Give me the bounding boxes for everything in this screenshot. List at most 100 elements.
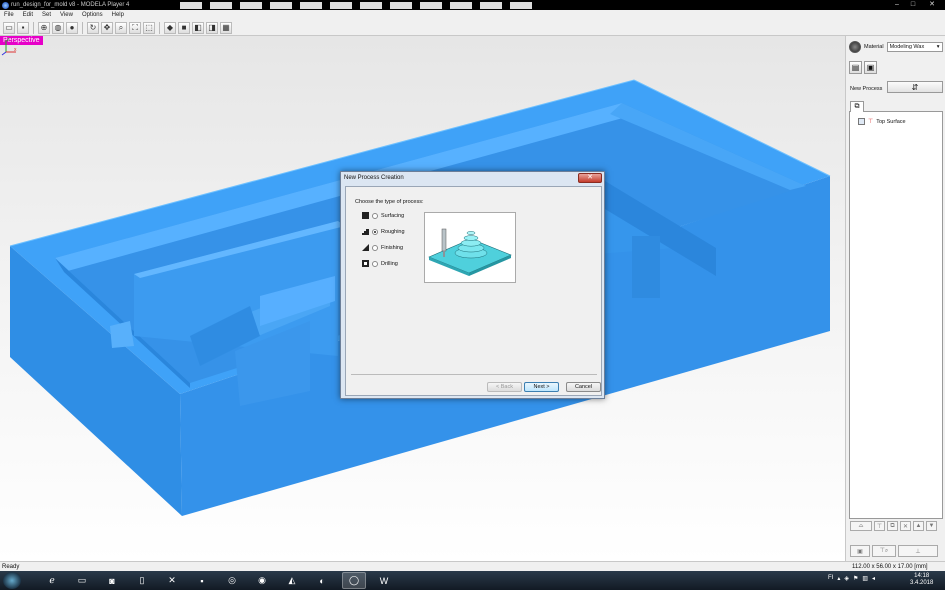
- refresh-icon[interactable]: ↻: [87, 21, 99, 34]
- view-top-icon[interactable]: ◨: [206, 21, 218, 34]
- move-up-button[interactable]: ▲: [913, 521, 924, 531]
- option-label: Roughing: [381, 228, 405, 235]
- menu-edit[interactable]: Edit: [23, 12, 33, 18]
- app-icon-2[interactable]: ▯: [130, 572, 154, 589]
- zoom-icon[interactable]: ⌕: [115, 21, 127, 34]
- modela-player-task[interactable]: ◯: [342, 572, 366, 589]
- open-icon[interactable]: ▭: [3, 21, 15, 34]
- view-iso-icon[interactable]: ◆: [164, 21, 176, 34]
- next-button[interactable]: Next >: [524, 382, 559, 392]
- firefox-icon[interactable]: ◉: [250, 572, 274, 589]
- tool-button[interactable]: ⊤: [874, 521, 885, 531]
- window-title: run_design_for_mold v8 - MODELA Player 4: [11, 2, 130, 8]
- app-icon-5[interactable]: ◎: [220, 572, 244, 589]
- delete-button[interactable]: ✕: [900, 521, 911, 531]
- tray-app-icon[interactable]: ◈: [844, 575, 849, 582]
- menu-view[interactable]: View: [60, 12, 73, 18]
- preview-cut-button[interactable]: ⌓: [850, 521, 872, 531]
- view-front-icon[interactable]: ■: [178, 21, 190, 34]
- cut-button[interactable]: ⊥: [898, 545, 938, 557]
- option-label: Surfacing: [381, 212, 405, 219]
- system-clock[interactable]: 14:18 3.4.2018: [910, 573, 933, 587]
- app-icon-6[interactable]: ◭: [280, 572, 304, 589]
- tree-item-top-surface[interactable]: ⊤ Top Surface: [858, 118, 906, 125]
- tray-network-icon[interactable]: ▥: [862, 575, 868, 582]
- back-button[interactable]: < Back: [487, 382, 522, 392]
- app-icon-1[interactable]: ◙: [100, 572, 124, 589]
- roughing-radio[interactable]: [372, 228, 378, 235]
- menu-set[interactable]: Set: [42, 12, 51, 18]
- grid-icon[interactable]: ▦: [220, 21, 232, 34]
- save-icon[interactable]: ▪: [17, 21, 29, 34]
- app-icon-3[interactable]: ✕: [160, 572, 184, 589]
- fit-icon[interactable]: ⛶: [129, 21, 141, 34]
- new-process-button[interactable]: ⇵: [887, 81, 943, 93]
- cancel-button[interactable]: Cancel: [566, 382, 601, 392]
- material-icon[interactable]: [849, 40, 861, 53]
- app-icon-4[interactable]: ▪: [190, 572, 214, 589]
- app-icon: [2, 1, 9, 9]
- model-dimensions: 112.00 x 56.00 x 17.00 [mm]: [852, 564, 928, 570]
- tool-search-button[interactable]: ⊤⌕: [872, 545, 896, 557]
- surfacing-icon: [362, 212, 369, 219]
- toolbar-separator: [82, 21, 83, 34]
- menu-options[interactable]: Options: [82, 12, 103, 18]
- clock-date: 3.4.2018: [910, 580, 934, 586]
- rotate-view-icon[interactable]: ⊕: [38, 21, 50, 34]
- material-row: Material Modeling Wax ▾: [849, 40, 944, 53]
- finishing-radio[interactable]: [372, 244, 378, 251]
- tray-volume-icon[interactable]: ◂: [872, 575, 875, 582]
- option-roughing[interactable]: Roughing: [362, 228, 405, 235]
- copy-button[interactable]: ⧉: [887, 521, 898, 531]
- word-icon[interactable]: W: [372, 572, 396, 589]
- close-button[interactable]: ✕: [926, 1, 938, 9]
- tray-language[interactable]: FI: [828, 575, 833, 582]
- sphere-icon[interactable]: ●: [66, 21, 78, 34]
- svg-text:z: z: [7, 37, 10, 43]
- app-icon-7[interactable]: ◐: [310, 572, 334, 589]
- dialog-close-button[interactable]: ✕: [578, 173, 602, 183]
- option-surfacing[interactable]: Surfacing: [362, 212, 404, 219]
- tray-expand-icon[interactable]: ▴: [837, 575, 840, 582]
- option-label: Finishing: [381, 244, 404, 251]
- title-bar: run_design_for_mold v8 - MODELA Player 4…: [0, 0, 945, 10]
- surface-icon: [858, 118, 865, 125]
- menu-help[interactable]: Help: [112, 12, 124, 18]
- option-label: Drilling: [381, 260, 398, 267]
- option-finishing[interactable]: Finishing: [362, 244, 403, 251]
- globe-icon[interactable]: ◍: [52, 21, 64, 34]
- axis-triad-icon: x z: [1, 37, 17, 56]
- tray-flag-icon[interactable]: ⚑: [853, 575, 858, 582]
- material-select[interactable]: Modeling Wax ▾: [886, 41, 943, 52]
- dialog-title: New Process Creation: [344, 175, 404, 181]
- toolbar-separator: [33, 21, 34, 34]
- zoom-box-icon[interactable]: ⬚: [143, 21, 155, 34]
- new-process-label: New Process: [850, 86, 883, 92]
- export-button[interactable]: ▣: [864, 61, 877, 74]
- pan-icon[interactable]: ✥: [101, 21, 113, 34]
- taskbar-thumbnail-strip: [180, 2, 532, 9]
- minimize-button[interactable]: –: [891, 1, 903, 9]
- option-drilling[interactable]: Drilling: [362, 260, 398, 267]
- new-process-icon: ⇵: [911, 82, 919, 92]
- explorer-icon[interactable]: ▭: [70, 572, 94, 589]
- model-info-button[interactable]: ▤: [849, 61, 862, 74]
- menu-file[interactable]: File: [4, 12, 14, 18]
- menu-bar: File Edit Set View Options Help: [0, 10, 945, 20]
- process-tree[interactable]: ⊤ Top Surface: [849, 112, 943, 519]
- status-bar: Ready 112.00 x 56.00 x 17.00 [mm]: [0, 561, 945, 571]
- start-button[interactable]: [3, 572, 21, 589]
- ie-icon[interactable]: ℯ: [40, 572, 64, 589]
- view-side-icon[interactable]: ◧: [192, 21, 204, 34]
- maximize-button[interactable]: □: [907, 1, 919, 9]
- simulate-button[interactable]: ▣: [850, 545, 870, 557]
- drilling-radio[interactable]: [372, 260, 378, 267]
- surfacing-radio[interactable]: [372, 212, 378, 219]
- process-panel: Material Modeling Wax ▾ ▤ ▣ New Process …: [845, 36, 945, 561]
- move-down-button[interactable]: ▼: [926, 521, 937, 531]
- system-tray: FI ▴ ◈ ⚑ ▥ ◂: [828, 575, 875, 582]
- roughing-preview-illustration: [428, 228, 512, 276]
- tree-item-label: Top Surface: [876, 118, 906, 125]
- process-tab[interactable]: ⧉: [850, 101, 864, 112]
- material-value: Modeling Wax: [889, 43, 925, 50]
